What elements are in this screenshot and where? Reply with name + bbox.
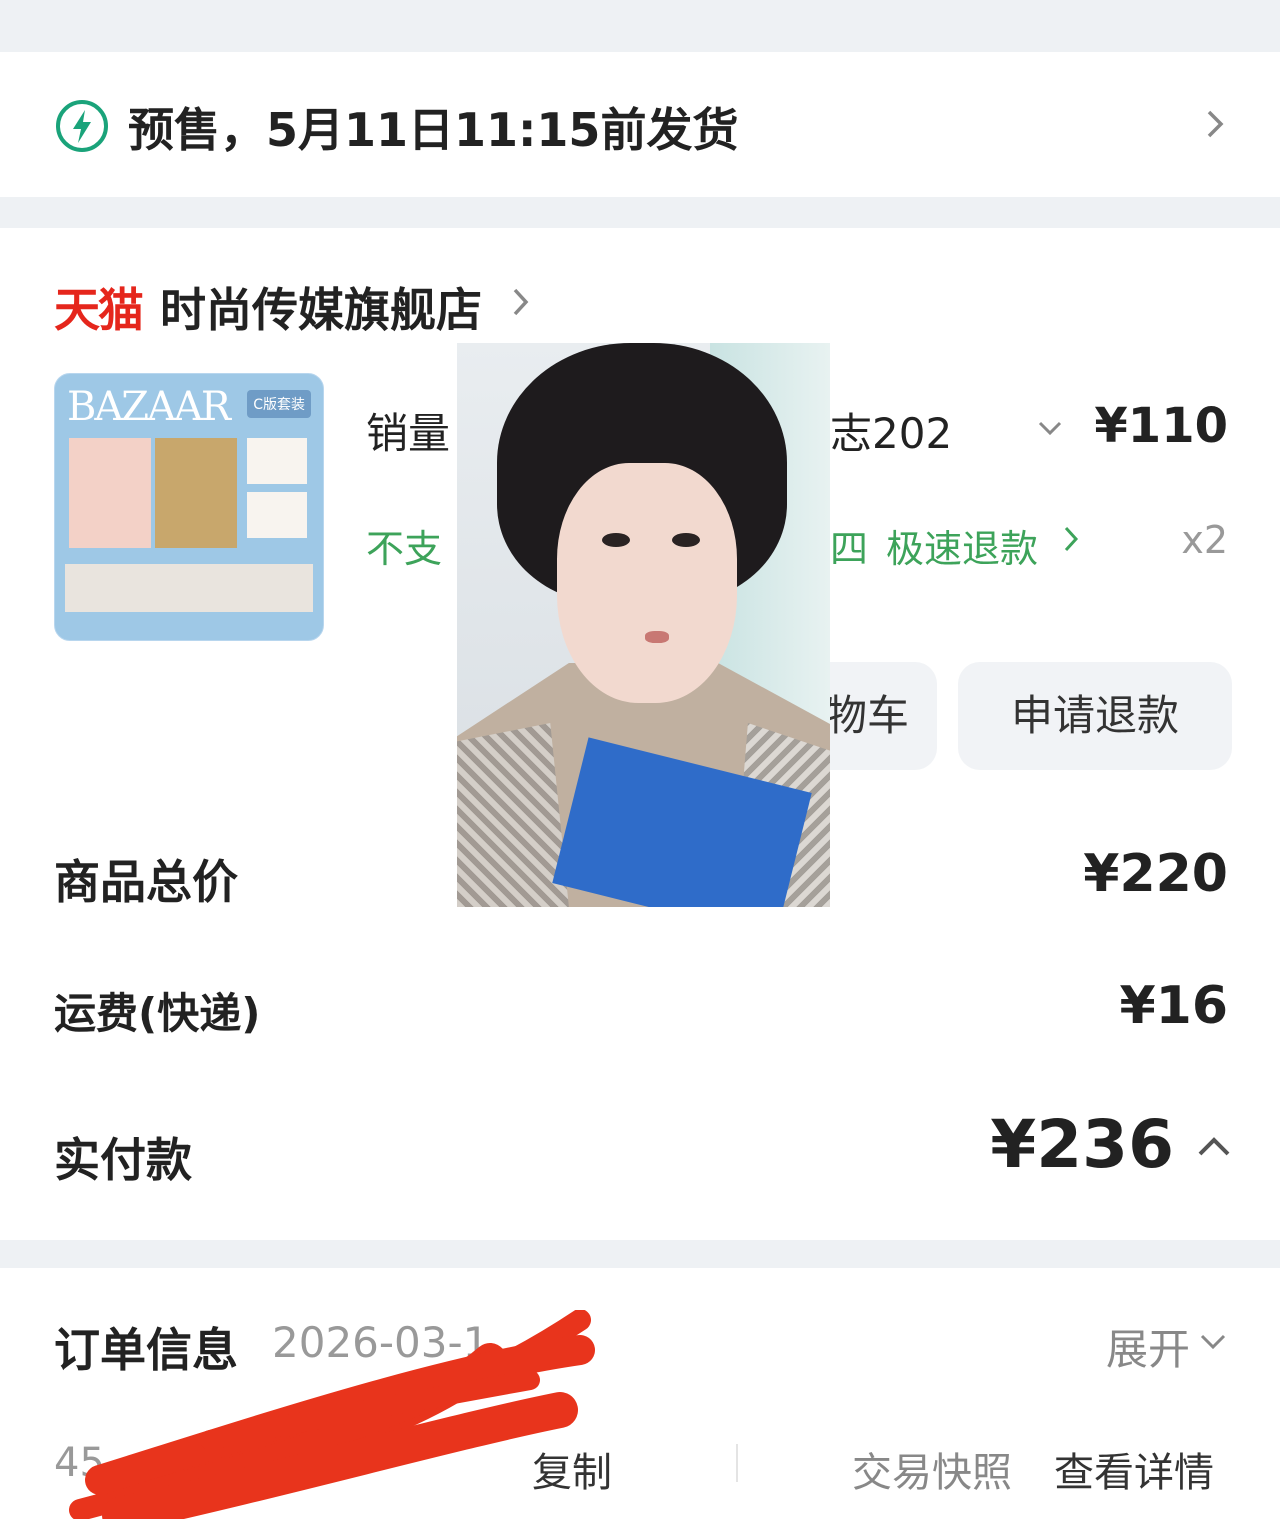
- divider: [736, 1444, 738, 1482]
- view-details-button[interactable]: 查看详情: [1054, 1440, 1214, 1498]
- request-refund-button[interactable]: 申请退款: [958, 662, 1232, 770]
- fast-refund-link[interactable]: 极速退款: [886, 518, 1038, 573]
- product-thumbnail[interactable]: BAZAAR C版套装: [54, 373, 324, 641]
- tmall-logo: 天猫: [54, 283, 144, 337]
- unit-price: ¥110: [1094, 398, 1228, 454]
- product-title[interactable]: 销量: [366, 400, 450, 461]
- goods-total-value: ¥220: [1083, 844, 1228, 904]
- thumb-photo-1: [247, 438, 307, 484]
- expand-button[interactable]: 展开: [1106, 1316, 1190, 1377]
- chevron-up-icon[interactable]: [1196, 1132, 1232, 1162]
- redaction-scribble: [69, 1310, 595, 1519]
- lightning-icon: [56, 100, 108, 152]
- expand-chevron-icon[interactable]: [1198, 1328, 1228, 1356]
- thumb-photo-strip: [65, 564, 313, 612]
- thumb-edition-tag: C版套装: [247, 390, 311, 418]
- overlay-photo: [457, 343, 830, 907]
- shipping-fee-value: ¥16: [1119, 976, 1228, 1036]
- return-policy-note-tail: 四: [830, 527, 869, 571]
- store-name[interactable]: 时尚传媒旗舰店: [160, 274, 482, 340]
- fast-refund-chevron-icon[interactable]: [1060, 522, 1084, 556]
- thumb-cover-1: [69, 438, 151, 548]
- quantity: x2: [1181, 518, 1228, 562]
- shipping-status-text: 预售，5月11日11:15前发货: [128, 103, 739, 157]
- product-title-tail[interactable]: 志202: [830, 400, 952, 461]
- goods-total-label: 商品总价: [54, 855, 238, 909]
- return-policy-note: 不支: [366, 527, 443, 571]
- chevron-down-icon[interactable]: [1036, 414, 1064, 442]
- store-chevron-icon[interactable]: [508, 284, 534, 320]
- thumb-magazine-title: BAZAAR: [67, 384, 231, 430]
- thumb-photo-2: [247, 492, 307, 538]
- trade-snapshot-button[interactable]: 交易快照: [852, 1440, 1012, 1498]
- thumb-cover-2: [155, 438, 237, 548]
- shipping-fee-label: 运费(快递): [54, 989, 261, 1038]
- paid-amount-value: ¥236: [990, 1106, 1174, 1183]
- paid-amount-label: 实付款: [54, 1133, 192, 1187]
- chevron-right-icon[interactable]: [1200, 104, 1230, 144]
